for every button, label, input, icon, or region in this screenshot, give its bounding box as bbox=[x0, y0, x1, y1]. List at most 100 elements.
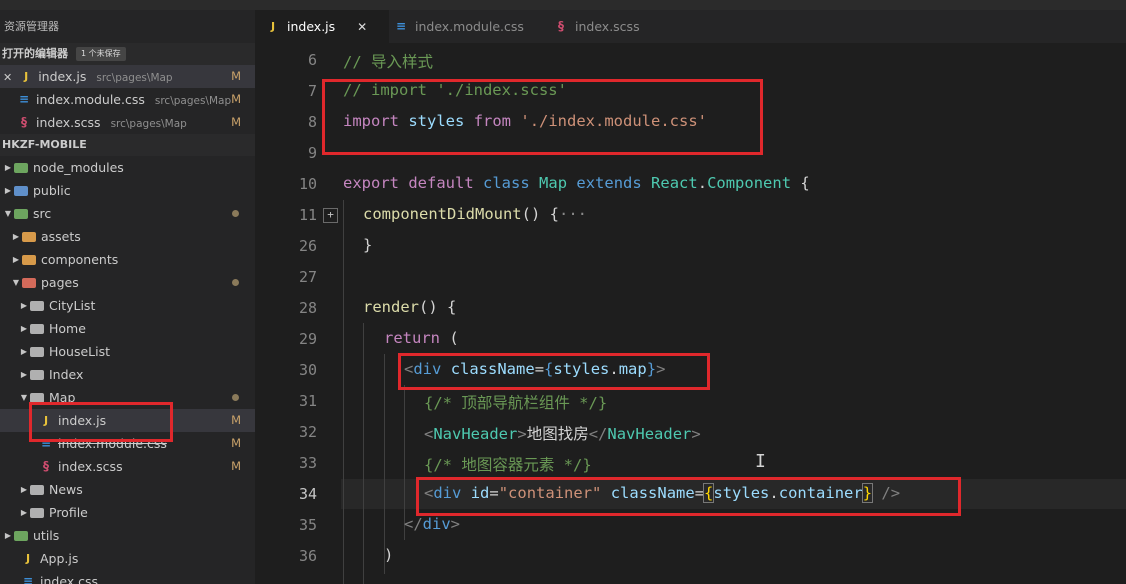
folder-icon bbox=[22, 278, 36, 288]
modified-dot-icon bbox=[232, 210, 239, 217]
code-class-name: Map bbox=[539, 174, 568, 192]
project-header[interactable]: HKZF-MOBILE bbox=[0, 134, 255, 156]
tab-index-module-css[interactable]: ≡ index.module.css bbox=[389, 10, 543, 43]
modified-status: M bbox=[231, 436, 241, 450]
line-number: 35 bbox=[298, 516, 317, 534]
open-editors-header[interactable]: 打开的编辑器 1 个未保存 bbox=[0, 43, 255, 65]
tree-item-components[interactable]: ▶ components bbox=[0, 248, 255, 271]
code-keyword: class bbox=[483, 174, 530, 192]
tree-item-profile[interactable]: ▶ Profile bbox=[0, 501, 255, 524]
tree-item-public[interactable]: ▶ public bbox=[0, 179, 255, 202]
tree-item-pages[interactable]: ▼ pages bbox=[0, 271, 255, 294]
tree-item-src[interactable]: ▼ src bbox=[0, 202, 255, 225]
line-number: 8 bbox=[307, 113, 317, 131]
highlight-box-tree-index-js bbox=[29, 402, 173, 442]
tree-item-label: Index bbox=[49, 367, 84, 382]
chevron-down-icon: ▼ bbox=[12, 278, 20, 287]
tree-item-citylist[interactable]: ▶ CityList bbox=[0, 294, 255, 317]
chevron-down-icon: ▼ bbox=[4, 209, 12, 218]
unsaved-badge: 1 个未保存 bbox=[76, 47, 126, 61]
folded-ellipsis[interactable]: ··· bbox=[559, 205, 587, 223]
chevron-right-icon: ▶ bbox=[4, 186, 12, 195]
close-icon[interactable]: ✕ bbox=[3, 71, 12, 84]
code-line-29: return ( bbox=[384, 329, 459, 347]
line-number: 31 bbox=[298, 392, 317, 410]
modified-dot-icon bbox=[232, 279, 239, 286]
line-number: 27 bbox=[298, 268, 317, 286]
explorer-title: 资源管理器 bbox=[4, 20, 59, 33]
modified-status: M bbox=[231, 69, 241, 83]
code-class-name: React bbox=[651, 174, 698, 192]
code-text: 地图找房 bbox=[526, 425, 589, 443]
highlight-box-import-lines bbox=[322, 79, 763, 155]
indent-guide bbox=[363, 323, 364, 584]
code-tag: div bbox=[422, 515, 451, 533]
chevron-right-icon: ▶ bbox=[20, 485, 28, 494]
folder-icon bbox=[22, 255, 36, 265]
line-number-gutter: 6 7 8 9 10 11 26 27 28 29 30 31 32 33 34… bbox=[255, 43, 319, 584]
expand-fold-icon[interactable]: + bbox=[323, 208, 338, 223]
tree-item-label: HouseList bbox=[49, 344, 111, 359]
css-file-icon: ≡ bbox=[18, 92, 30, 106]
js-file-icon: J bbox=[24, 70, 29, 83]
tree-item-app-js[interactable]: J App.js bbox=[0, 547, 255, 570]
folder-icon bbox=[14, 186, 28, 196]
tab-index-js[interactable]: Jindex.js ✕ bbox=[255, 10, 389, 43]
code-class-name: Component bbox=[707, 174, 792, 192]
tree-item-utils[interactable]: ▶ utils bbox=[0, 524, 255, 547]
code-method: componentDidMount bbox=[363, 205, 522, 223]
indent-guide bbox=[343, 200, 344, 584]
tab-index-scss[interactable]: § index.scss bbox=[549, 10, 673, 43]
tree-item-home[interactable]: ▶ Home bbox=[0, 317, 255, 340]
chevron-right-icon: ▶ bbox=[12, 232, 20, 241]
tree-item-label: Home bbox=[49, 321, 86, 336]
open-editor-index-module-css[interactable]: ≡ index.module.css src\pages\Map M bbox=[0, 88, 255, 111]
tree-item-node-modules[interactable]: ▶ node_modules bbox=[0, 156, 255, 179]
code-punct: ( bbox=[449, 329, 459, 347]
code-line-28: render() { bbox=[363, 298, 456, 316]
line-number: 9 bbox=[307, 144, 317, 162]
code-punct: > bbox=[450, 515, 461, 533]
tree-item-label: node_modules bbox=[33, 160, 124, 175]
line-number: 28 bbox=[298, 299, 317, 317]
js-file-icon: J bbox=[25, 552, 31, 565]
editor-tabs: Jindex.js ✕ ≡ index.module.css § index.scss bbox=[255, 10, 1126, 43]
modified-dot-icon bbox=[232, 394, 239, 401]
code-punct: () bbox=[521, 205, 541, 223]
tree-item-label: pages bbox=[41, 275, 79, 290]
line-number: 30 bbox=[298, 361, 317, 379]
code-line-32: <NavHeader>地图找房</NavHeader> bbox=[424, 422, 701, 444]
code-punct: } bbox=[363, 236, 373, 254]
folder-icon bbox=[30, 370, 44, 380]
tree-item-news[interactable]: ▶ News bbox=[0, 478, 255, 501]
code-line-26: } bbox=[363, 236, 372, 254]
tree-item-label: index.scss bbox=[58, 459, 123, 474]
code-punct: < bbox=[424, 425, 434, 443]
scss-file-icon: § bbox=[43, 459, 49, 473]
open-editor-index-scss[interactable]: § index.scss src\pages\Map M bbox=[0, 111, 255, 134]
folder-icon bbox=[14, 209, 28, 219]
code-keyword: extends bbox=[576, 174, 642, 192]
tree-item-label: assets bbox=[41, 229, 81, 244]
folder-icon bbox=[14, 531, 28, 541]
line-number: 34 bbox=[298, 485, 317, 503]
tree-item-index-css[interactable]: ≡ index.css bbox=[0, 570, 255, 584]
close-icon[interactable]: ✕ bbox=[357, 20, 367, 34]
tree-item-map-index-scss[interactable]: § index.scss M bbox=[0, 455, 255, 478]
modified-status: M bbox=[231, 459, 241, 473]
tab-label: index.js bbox=[287, 19, 336, 34]
tree-item-label: App.js bbox=[40, 551, 79, 566]
line-number: 10 bbox=[298, 175, 317, 193]
file-name: index.module.css bbox=[35, 92, 145, 107]
code-editor[interactable]: 6 7 8 9 10 11 26 27 28 29 30 31 32 33 34… bbox=[255, 43, 1126, 584]
code-comment: {/* 顶部导航栏组件 */} bbox=[424, 394, 608, 412]
tree-item-index[interactable]: ▶ Index bbox=[0, 363, 255, 386]
line-number: 7 bbox=[307, 82, 317, 100]
tree-item-houselist[interactable]: ▶ HouseList bbox=[0, 340, 255, 363]
css-file-icon: ≡ bbox=[395, 19, 407, 33]
chevron-right-icon: ▶ bbox=[20, 301, 28, 310]
open-editor-index-js[interactable]: ✕ J index.js src\pages\Map M bbox=[0, 65, 255, 88]
scss-file-icon: § bbox=[558, 19, 564, 33]
tree-item-assets[interactable]: ▶ assets bbox=[0, 225, 255, 248]
code-comment: // 导入样式 bbox=[343, 53, 433, 71]
